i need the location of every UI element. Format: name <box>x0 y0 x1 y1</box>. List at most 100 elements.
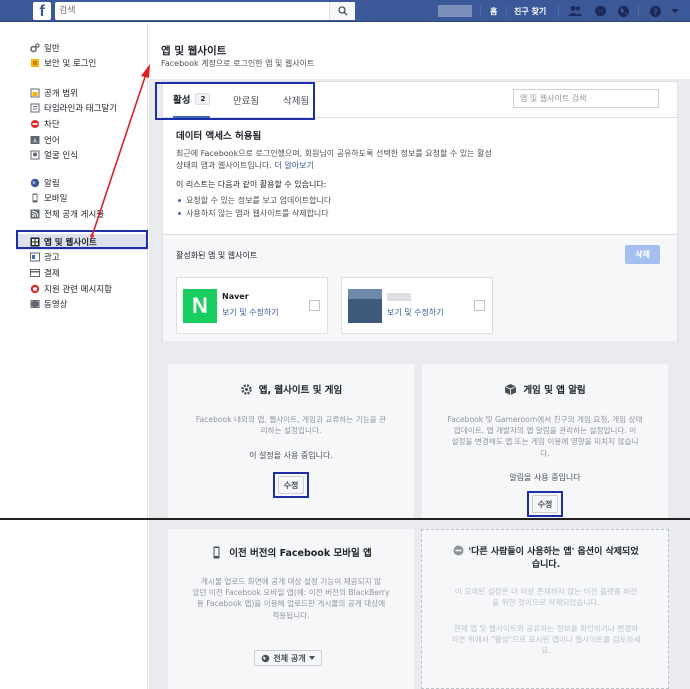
help-icon[interactable]: ? <box>648 4 662 18</box>
list-item: 사용하지 않는 앱과 웹사이트를 삭제합니다 <box>176 207 666 220</box>
home-link[interactable]: 홈 <box>490 6 497 17</box>
description-line: Facebook 내외의 앱, 웹사이트, 게임과 교류하는 기능을 관 <box>195 415 387 424</box>
sidebar-item-label: 보안 및 로그인 <box>44 59 97 70</box>
card-title-line: 습니다. <box>531 560 561 570</box>
card-title-text: '다른 사람들이 사용하는 앱' 옵션이 삭제되었 <box>468 547 639 557</box>
card-description: 이 오래된 설정은 더 이상 존재하지 않는 이전 플랫폼 버전 을 위한 것이… <box>438 586 654 608</box>
annotation-highlight-box <box>16 230 148 249</box>
payment-icon <box>30 268 40 278</box>
view-edit-link[interactable]: 보기 및 수정하기 <box>222 307 279 318</box>
active-apps-section: 활성화된 앱 및 웹사이트 삭제 N Naver 보기 및 수정하기 보기 및 … <box>163 234 677 341</box>
app-card-unnamed[interactable]: 보기 및 수정하기 <box>341 277 493 334</box>
description-line: 다. <box>540 448 550 458</box>
cube-icon <box>504 383 517 396</box>
find-friends-link[interactable]: 친구 찾기 <box>514 6 546 17</box>
page-title: 앱 및 웹사이트 <box>161 45 227 57</box>
search-icon <box>337 6 347 16</box>
description-line: 상태의 앱과 웹사이트입니다. 더 알아보기 <box>176 160 666 172</box>
globe-icon <box>261 654 270 663</box>
profile-name-blurred[interactable] <box>438 5 472 17</box>
app-card-naver[interactable]: N Naver 보기 및 수정하기 <box>176 277 328 334</box>
sidebar-item-language[interactable]: A 언어 <box>30 132 117 148</box>
top-bar: f 홈 친구 찾기 ? <box>0 0 690 22</box>
sidebar-item-label: 언어 <box>44 135 60 146</box>
sidebar-item-label: 광고 <box>44 253 60 264</box>
search-button[interactable] <box>329 2 355 20</box>
description-line: 적용됩니다. <box>272 610 310 620</box>
sidebar-item-ads[interactable]: 광고 <box>16 250 148 266</box>
sidebar-item-face-recognition[interactable]: 얼굴 인식 <box>30 147 117 163</box>
description-line: 요. <box>541 646 551 656</box>
messenger-icon[interactable] <box>593 4 607 18</box>
sidebar-item-public-posts[interactable]: 전체 공개 게시물 <box>30 206 104 222</box>
description-line: 리하는 설정입니다. <box>260 426 322 436</box>
audience-selector[interactable]: 전체 공개 <box>254 650 322 666</box>
sidebar-item-label: 알림 <box>44 178 60 189</box>
sidebar-item-timeline[interactable]: 타임라인과 태그달기 <box>30 101 117 117</box>
naver-logo-letter: N <box>192 293 208 318</box>
description-text: 상태의 앱과 웹사이트입니다. <box>176 161 272 170</box>
language-icon: A <box>30 135 40 145</box>
learn-more-link[interactable]: 더 알아보기 <box>275 161 314 170</box>
description-line: 게시물 업로드 화면에 공개 대상 설정 기능이 제공되지 않 <box>201 577 381 586</box>
app-name: Naver <box>222 292 249 301</box>
chevron-down-icon <box>308 656 315 660</box>
description-line: Facebook 및 Gameroom에서 친구의 게임 요청, 게임 상태 <box>447 415 643 424</box>
description-line: 용 Facebook 앱)을 이용해 업로드한 게시물의 공개 대상에 <box>196 599 386 609</box>
card-title: 이전 버전의 Facebook 모바일 앱 <box>168 545 414 559</box>
support-icon <box>30 284 40 294</box>
svg-text:?: ? <box>653 7 658 16</box>
settings-sidebar: 일반 보안 및 로그인 공개 범위 타임라인과 태그달기 차단 A 언어 얼굴 … <box>0 23 148 689</box>
gear-icon <box>240 383 253 396</box>
sidebar-item-label: 일반 <box>44 43 60 54</box>
card-title: 게임 및 앱 알림 <box>422 382 668 396</box>
sidebar-item-payments[interactable]: 결제 <box>16 265 148 281</box>
search-input[interactable] <box>55 2 325 20</box>
description-line: 을 위한 것이므로 삭제되었습니다. <box>492 598 600 608</box>
nav-separator <box>638 5 639 17</box>
sidebar-group-notifications: 알림 모바일 전체 공개 게시물 <box>30 175 104 222</box>
sidebar-item-videos[interactable]: 동영상 <box>16 296 148 312</box>
card-game-app-notifications: 게임 및 앱 알림 Facebook 및 Gameroom에서 친구의 게임 요… <box>422 364 668 518</box>
data-access-title: 데이터 액세스 허용됨 <box>176 131 262 142</box>
shield-icon <box>30 58 40 68</box>
description-line: 았던 이전 Facebook 모바일 앱(예: 이전 버전의 BlackBerr… <box>192 588 390 598</box>
sidebar-item-general[interactable]: 일반 <box>30 40 96 56</box>
app-logo-icon <box>348 289 382 323</box>
sidebar-item-blocking[interactable]: 차단 <box>30 116 117 132</box>
card-old-mobile-app: 이전 버전의 Facebook 모바일 앱 게시물 업로드 화면에 공개 대상 … <box>168 529 414 689</box>
list-usage-title: 이 리스트는 다음과 같이 활용할 수 있습니다: <box>176 180 327 189</box>
sidebar-item-mobile[interactable]: 모바일 <box>30 191 104 207</box>
gear-icon <box>30 43 40 53</box>
dropdown-icon[interactable] <box>668 4 682 18</box>
video-icon <box>30 299 40 309</box>
description-line: 최근에 Facebook으로 로그인했으며, 회원님이 공유하도록 선택한 정보… <box>176 149 492 158</box>
sidebar-item-label: 결제 <box>44 268 60 279</box>
sidebar-item-label: 얼굴 인식 <box>44 151 78 162</box>
app-checkbox[interactable] <box>474 300 485 311</box>
mobile-icon <box>30 193 40 203</box>
annotation-highlight-box <box>273 472 309 498</box>
sidebar-item-support-inbox[interactable]: 지원 관련 메시지함 <box>16 281 148 297</box>
friends-icon[interactable] <box>568 4 582 18</box>
card-status: 알림을 사용 중입니다 <box>509 473 581 482</box>
minus-circle-icon <box>453 545 464 556</box>
card-title: '다른 사람들이 사용하는 앱' 옵션이 삭제되었 습니다. <box>436 545 656 572</box>
app-logo-stripe <box>348 289 382 299</box>
facebook-logo-icon[interactable]: f <box>33 2 51 20</box>
sidebar-item-privacy[interactable]: 공개 범위 <box>30 85 117 101</box>
delete-button[interactable]: 삭제 <box>625 245 660 264</box>
globe-icon[interactable] <box>616 4 630 18</box>
sidebar-item-label: 지원 관련 메시지함 <box>44 284 112 295</box>
annotation-highlight-box <box>527 491 563 517</box>
app-checkbox[interactable] <box>309 300 320 311</box>
nav-separator <box>506 5 507 17</box>
sidebar-item-notifications[interactable]: 알림 <box>30 175 104 191</box>
app-name-blurred <box>387 293 411 301</box>
block-icon <box>30 119 40 129</box>
description-line: 현재 앱 및 웹사이트와 공유하는 정보를 확인하거나 변경하 <box>453 624 639 633</box>
svg-text:A: A <box>33 138 37 144</box>
view-edit-link[interactable]: 보기 및 수정하기 <box>387 307 444 318</box>
sidebar-item-security[interactable]: 보안 및 로그인 <box>30 56 96 72</box>
app-search-input[interactable] <box>513 89 659 108</box>
